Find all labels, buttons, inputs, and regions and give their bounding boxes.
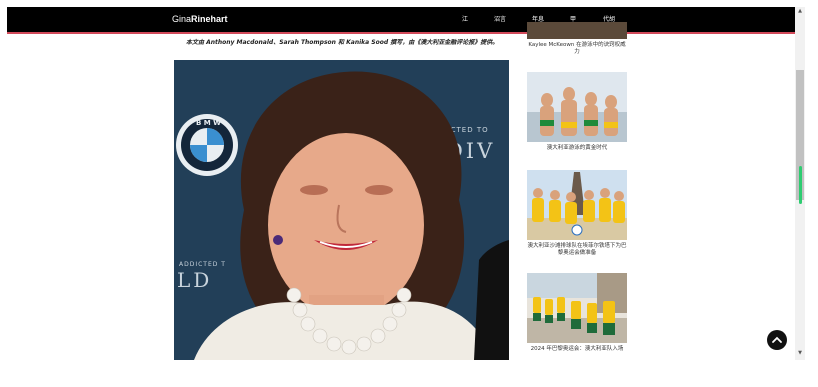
sidebar-item-4[interactable]: 2024 年巴黎奥运会：澳大利亚队入场 (527, 273, 627, 353)
sidebar-thumb-4 (527, 273, 627, 343)
nav-item-2[interactable]: 沼言 (494, 7, 506, 32)
sidebar-caption-3: 澳大利亚沙滩排球队在埃菲尔铁塔下为巴黎奥运会做准备 (527, 243, 627, 256)
scroll-down-icon[interactable]: ▼ (796, 350, 804, 356)
scroll-up-icon[interactable]: ▲ (796, 8, 804, 14)
header-accent-line (7, 32, 795, 34)
sidebar-item-3[interactable]: 澳大利亚沙滩排球队在埃菲尔铁塔下为巴黎奥运会做准备 (527, 170, 627, 257)
portrait-illustration: B M W ADDICTED TO LDIV ADDICTED T LD (174, 60, 509, 360)
svg-text:ADDICTED T: ADDICTED T (179, 261, 226, 268)
bmw-logo-icon: B M W (176, 114, 238, 176)
nav-item-1[interactable]: 江 (462, 7, 468, 32)
article-credit: 本文由 Anthony Macdonald、Sarah Thompson 和 K… (186, 39, 499, 46)
scroll-progress-indicator (799, 166, 802, 204)
sidebar-caption-1: Kaylee McKeown 在游泳中的诀窍权威力 (528, 42, 626, 55)
sidebar-thumb-2 (527, 72, 627, 142)
brand-first: Gina (172, 14, 192, 24)
hero-portrait-image: B M W ADDICTED TO LDIV ADDICTED T LD (174, 60, 509, 360)
sidebar-caption-2: 澳大利亚游泳的黄金时代 (546, 145, 608, 151)
sidebar-thumb-3 (527, 170, 627, 240)
chevron-up-icon (772, 336, 782, 343)
back-to-top-button[interactable] (767, 330, 787, 350)
sidebar-caption-4: 2024 年巴黎奥运会：澳大利亚队入场 (530, 346, 624, 352)
top-navigation-bar (7, 7, 795, 32)
brand-last: Rinehart (191, 14, 228, 24)
svg-text:LD: LD (177, 268, 212, 292)
svg-text:B M W: B M W (196, 119, 221, 127)
sidebar-thumb-1 (527, 22, 627, 39)
sidebar-item-2[interactable]: 澳大利亚游泳的黄金时代 (527, 72, 627, 152)
sidebar-item-1[interactable]: Kaylee McKeown 在游泳中的诀窍权威力 (527, 22, 627, 56)
site-logo[interactable]: GinaRinehart (172, 7, 228, 32)
